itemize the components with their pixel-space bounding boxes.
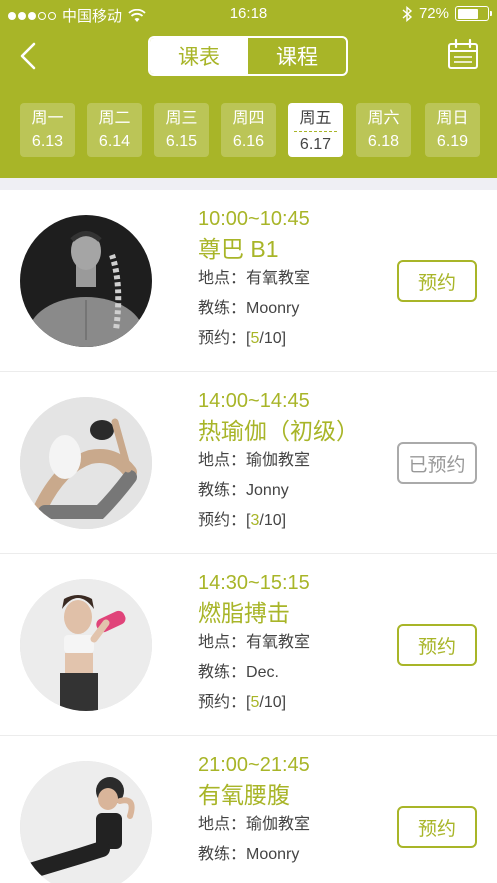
class-time: 14:00~14:45 [198,390,310,412]
day-date: 6.19 [436,133,469,150]
day-weekday: 周六 [367,110,400,127]
class-coach: 教练：Moonry [198,840,310,870]
bluetooth-icon [402,5,413,22]
day-tab-wed[interactable]: 周三 6.15 [154,103,209,157]
location-value: 瑜伽教室 [246,816,311,833]
booking-label: 预约： [198,330,247,347]
day-tab-sat[interactable]: 周六 6.18 [356,103,411,157]
class-time: 21:00~21:45 [198,754,310,776]
day-weekday: 周四 [232,110,265,127]
capacity: /10 [259,694,282,711]
class-location: 地点：瑜伽教室 [198,810,310,840]
instructor-photo [20,579,152,711]
class-item[interactable]: 10:00~10:45 尊巴 B1 地点：有氧教室 教练：Moonry 预约：[… [0,190,497,372]
location-value: 瑜伽教室 [246,452,311,469]
instructor-photo [20,761,152,883]
class-info: 14:00~14:45 热瑜伽（初级） 地点：瑜伽教室 教练：Jonny 预约：… [198,388,359,536]
day-weekday: 周三 [165,110,198,127]
instructor-photo [20,397,152,529]
day-weekday: 周一 [31,110,64,127]
tab-schedule[interactable]: 课表 [150,38,248,74]
coach-label: 教练： [198,300,247,317]
class-location: 地点：瑜伽教室 [198,446,359,476]
bracket-close: ] [281,512,287,529]
status-bar: 中国移动 16:18 72% [0,0,497,28]
day-tab-mon[interactable]: 周一 6.13 [20,103,75,157]
capacity: /10 [259,330,282,347]
battery-percent: 72% [418,5,449,22]
status-right: 72% [401,5,492,22]
day-date: 6.14 [98,133,131,150]
bracket-close: ] [281,694,287,711]
class-booking: 预约：[3/10] [198,506,359,536]
coach-label: 教练： [198,482,247,499]
battery-icon [455,6,492,21]
instructor-photo [20,215,152,347]
booking-label: 预约： [198,512,247,529]
bracket-close: ] [281,330,287,347]
day-date: 6.17 [299,136,332,153]
class-title: 燃脂搏击 [198,600,290,626]
day-weekday: 周二 [98,110,131,127]
back-button[interactable] [14,38,44,74]
booking-label: 预约： [198,694,247,711]
class-title: 热瑜伽（初级） [198,418,359,444]
location-label: 地点： [198,452,247,469]
section-divider [0,178,497,190]
class-coach: 教练：Dec. [198,658,310,688]
reserved-button[interactable]: 已预约 [397,442,477,484]
class-time: 14:30~15:15 [198,572,310,594]
coach-value: Jonny [246,482,289,499]
class-title: 尊巴 B1 [198,236,279,262]
day-date: 6.15 [165,133,198,150]
class-title: 有氧腰腹 [198,782,290,808]
book-button[interactable]: 预约 [397,806,477,848]
class-info: 10:00~10:45 尊巴 B1 地点：有氧教室 教练：Moonry 预约：[… [198,206,310,354]
day-weekday: 周日 [436,110,469,127]
capacity: /10 [259,512,282,529]
location-label: 地点： [198,634,247,651]
class-info: 21:00~21:45 有氧腰腹 地点：瑜伽教室 教练：Moonry [198,752,310,870]
calendar-button[interactable] [447,38,479,70]
day-date: 6.16 [232,133,265,150]
book-button[interactable]: 预约 [397,260,477,302]
class-item[interactable]: 21:00~21:45 有氧腰腹 地点：瑜伽教室 教练：Moonry 预约 [0,736,497,883]
weekday-selector: 周一 6.13 周二 6.14 周三 6.15 周四 6.16 周五 6.17 … [20,103,480,157]
coach-value: Moonry [246,300,300,317]
day-date: 6.18 [367,133,400,150]
class-item[interactable]: 14:00~14:45 热瑜伽（初级） 地点：瑜伽教室 教练：Jonny 预约：… [0,372,497,554]
view-toggle: 课表 课程 [148,36,348,76]
class-location: 地点：有氧教室 [198,264,310,294]
class-coach: 教练：Moonry [198,294,310,324]
location-label: 地点： [198,816,247,833]
coach-value: Dec. [246,664,279,681]
coach-label: 教练： [198,664,247,681]
class-item[interactable]: 14:30~15:15 燃脂搏击 地点：有氧教室 教练：Dec. 预约：[5/1… [0,554,497,736]
class-list: 10:00~10:45 尊巴 B1 地点：有氧教室 教练：Moonry 预约：[… [0,190,497,883]
class-info: 14:30~15:15 燃脂搏击 地点：有氧教室 教练：Dec. 预约：[5/1… [198,570,310,718]
app-header: 中国移动 16:18 72% 课表 课程 周一 6.13 周二 6.14 周三 … [0,0,497,178]
coach-label: 教练： [198,846,247,863]
location-value: 有氧教室 [246,634,311,651]
day-date: 6.13 [31,133,64,150]
day-tab-thu[interactable]: 周四 6.16 [221,103,276,157]
location-value: 有氧教室 [246,270,311,287]
day-tab-tue[interactable]: 周二 6.14 [87,103,142,157]
day-tab-sun[interactable]: 周日 6.19 [425,103,480,157]
day-weekday: 周五 [294,109,337,132]
battery-level [457,8,479,19]
book-button[interactable]: 预约 [397,624,477,666]
tab-courses[interactable]: 课程 [248,38,346,74]
class-coach: 教练：Jonny [198,476,359,506]
class-booking: 预约：[5/10] [198,688,310,718]
day-tab-fri[interactable]: 周五 6.17 [288,103,343,157]
coach-value: Moonry [246,846,300,863]
location-label: 地点： [198,270,247,287]
class-booking: 预约：[5/10] [198,324,310,354]
class-location: 地点：有氧教室 [198,628,310,658]
class-time: 10:00~10:45 [198,208,310,230]
